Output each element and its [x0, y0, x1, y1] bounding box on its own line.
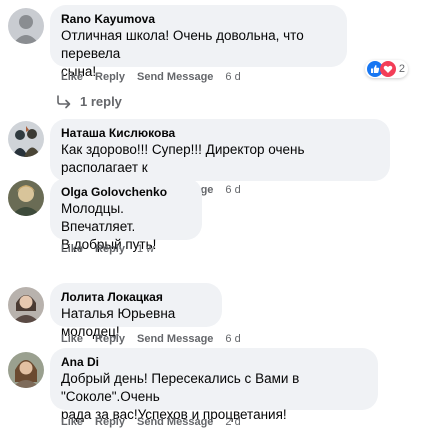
comment-bubble: Ana Di Добрый день! Пересекались с Вами …: [50, 348, 378, 422]
comment-bubble: Лолита Локацкая Наталья Юрьевна молодец!: [50, 283, 222, 339]
like-button[interactable]: Like: [61, 243, 83, 255]
send-message-button[interactable]: Send Message: [137, 333, 213, 345]
comment-actions: Like Reply 1 w: [61, 243, 166, 255]
send-message-button[interactable]: Send Message: [137, 416, 213, 428]
comment-timestamp[interactable]: 2 d: [225, 416, 240, 428]
send-message-button[interactable]: Send Message: [137, 71, 213, 83]
comment-bubble: Rano Kayumova Отличная школа! Очень дово…: [50, 5, 347, 79]
reply-button[interactable]: Reply: [95, 71, 125, 83]
view-replies-link[interactable]: 1 reply: [56, 94, 122, 109]
comment-timestamp[interactable]: 1 w: [137, 243, 154, 255]
avatar[interactable]: [8, 287, 44, 323]
comment-bubble: Olga Golovchenko Молодцы. Впечатляет. В …: [50, 178, 202, 252]
comment-timestamp[interactable]: 6 d: [225, 184, 240, 196]
comment-text-line: Молодцы. Впечатляет.: [61, 201, 136, 234]
comment-actions: Like Reply Send Message 6 d: [61, 71, 253, 83]
reply-button[interactable]: Reply: [95, 243, 125, 255]
comment-text-line: Добрый день! Пересекались с Вами в "Соко…: [61, 371, 300, 404]
avatar[interactable]: [8, 352, 44, 388]
comment-actions: Like Reply Send Message 2 d: [61, 416, 253, 428]
comment-text-line: Как здорово!!! Супер!!! Директор очень р…: [61, 142, 305, 175]
reaction-summary[interactable]: 2: [364, 60, 408, 78]
like-button[interactable]: Like: [61, 333, 83, 345]
comment-author[interactable]: Rano Kayumova: [61, 11, 336, 27]
like-button[interactable]: Like: [61, 416, 83, 428]
replies-count-label: 1 reply: [80, 94, 122, 109]
reply-button[interactable]: Reply: [95, 416, 125, 428]
heart-reaction-icon: [379, 61, 396, 77]
comment-timestamp[interactable]: 6 d: [225, 71, 240, 83]
avatar[interactable]: [8, 180, 44, 216]
avatar[interactable]: [8, 121, 44, 157]
reaction-count: 2: [398, 63, 405, 75]
comment-actions: Like Reply Send Message 6 d: [61, 333, 253, 345]
comment-author[interactable]: Наташа Кислюкова: [61, 125, 379, 141]
comment-author[interactable]: Ana Di: [61, 354, 367, 370]
comment-timestamp[interactable]: 6 d: [225, 333, 240, 345]
comment-author[interactable]: Olga Golovchenko: [61, 184, 191, 200]
reply-arrow-icon: [57, 94, 71, 108]
like-button[interactable]: Like: [61, 71, 83, 83]
comment-text-line: Отличная школа! Очень довольна, что пере…: [61, 28, 304, 61]
comment-bubble: Наташа Кислюкова Как здорово!!! Супер!!!…: [50, 119, 390, 193]
reply-button[interactable]: Reply: [95, 333, 125, 345]
comment-author[interactable]: Лолита Локацкая: [61, 289, 211, 305]
avatar[interactable]: [8, 8, 44, 44]
